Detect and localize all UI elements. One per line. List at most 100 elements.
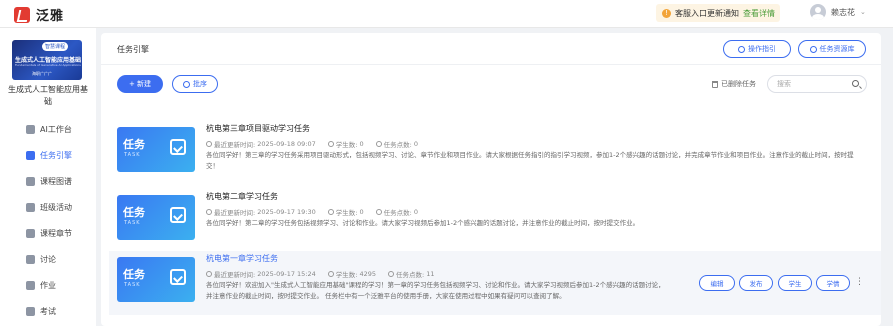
thumbnail-title: 任务 bbox=[123, 268, 145, 281]
sidebar-item-homework[interactable]: 作业 bbox=[0, 272, 96, 298]
page-title: 任务引擎 bbox=[117, 45, 149, 54]
points-label: 任务点数: bbox=[383, 209, 412, 217]
avatar bbox=[810, 4, 826, 20]
brand-logo[interactable]: 泛雅 bbox=[14, 5, 64, 24]
task-title[interactable]: 杭电第二章学习任务 bbox=[206, 191, 278, 202]
task-point-count: 任务点数: 0 bbox=[375, 139, 418, 149]
course-name: 生成式人工智能应用基础 bbox=[8, 85, 88, 106]
discussion-icon bbox=[26, 254, 35, 264]
updated-label: 最近更新时间: bbox=[214, 141, 256, 149]
student-count: 学生数: 4295 bbox=[327, 269, 377, 279]
task-thumbnail[interactable]: 任务 TASK bbox=[117, 127, 195, 172]
search-icon[interactable] bbox=[852, 80, 859, 87]
thumbnail-title: 任务 bbox=[123, 206, 145, 219]
points-icon bbox=[388, 271, 395, 277]
calendar-check-icon bbox=[170, 139, 186, 155]
cover-foot: 海职广广广 bbox=[32, 71, 52, 76]
clock-icon bbox=[206, 271, 212, 277]
publish-button[interactable]: 发布 bbox=[739, 275, 773, 291]
students-value: 4295 bbox=[359, 270, 377, 278]
batch-sort-button[interactable]: 批序 bbox=[172, 75, 218, 93]
updated-value: 2025-09-18 09:07 bbox=[257, 140, 316, 148]
sidebar-item-class-activity[interactable]: 班级活动 bbox=[0, 194, 96, 220]
batch-sort-label: 批序 bbox=[193, 80, 207, 88]
sidebar-item-chapters[interactable]: 课程章节 bbox=[0, 220, 96, 246]
task-description: 各位同学好！第三章的学习任务采用项目驱动形式，包括视频学习、讨论、章节作业和项目… bbox=[206, 151, 854, 170]
sort-icon bbox=[183, 80, 190, 88]
cover-subtitle: Fundamentals of Generative AI Applicatio… bbox=[15, 63, 81, 67]
brand-name: 泛雅 bbox=[36, 9, 65, 24]
points-label: 任务点数: bbox=[396, 271, 425, 279]
points-value: 0 bbox=[413, 140, 418, 148]
task-title[interactable]: 杭电第一章学习任务 bbox=[206, 253, 278, 264]
chapter-icon bbox=[26, 228, 35, 238]
sidebar-item-exam[interactable]: 考试 bbox=[0, 298, 96, 324]
search-placeholder: 搜索 bbox=[777, 80, 791, 88]
sidebar-item-label: 作业 bbox=[40, 280, 56, 290]
students-label: 学生数: bbox=[335, 141, 358, 149]
sidebar-item-discussion[interactable]: 讨论 bbox=[0, 246, 96, 272]
learning-status-button[interactable]: 学情 bbox=[816, 275, 850, 291]
sidebar-item-task-engine[interactable]: 任务引擎 bbox=[0, 142, 96, 168]
student-count: 学生数: 0 bbox=[327, 139, 364, 149]
task-meta: 最近更新时间: 2025-09-18 09:07 学生数: 0 任务点数: 0 bbox=[206, 139, 418, 149]
activity-icon bbox=[26, 202, 35, 212]
sidebar: 智慧课程 生成式人工智能应用基础 Fundamentals of Generat… bbox=[0, 28, 96, 326]
task-title[interactable]: 杭电第三章项目驱动学习任务 bbox=[206, 123, 310, 134]
points-icon bbox=[375, 209, 382, 215]
sidebar-item-label: 讨论 bbox=[40, 254, 56, 264]
sidebar-item-label: 课程章节 bbox=[40, 228, 72, 238]
task-point-count: 任务点数: 0 bbox=[375, 207, 418, 217]
guide-button[interactable]: 操作指引 bbox=[723, 40, 791, 58]
user-name: 赖志花 bbox=[831, 7, 855, 17]
cover-badge: 智慧课程 bbox=[42, 42, 69, 51]
notice-detail-link[interactable]: 查看详情 bbox=[743, 8, 775, 19]
task-library-button[interactable]: 任务资源库 bbox=[798, 40, 866, 58]
user-menu[interactable]: 赖志花 ⌄ bbox=[810, 4, 866, 20]
info-icon: ! bbox=[662, 8, 671, 18]
task-description: 各位同学好！第二章的学习任务包括视频学习、讨论和作业。请大家学习视频后参加1-2… bbox=[206, 219, 640, 227]
panel-header: 任务引擎 操作指引 任务资源库 bbox=[101, 33, 881, 65]
students-value: 0 bbox=[359, 208, 364, 216]
task-meta: 最近更新时间: 2025-09-17 15:24 学生数: 4295 任务点数: 11 bbox=[206, 269, 435, 279]
calendar-check-icon bbox=[170, 269, 186, 285]
points-value: 11 bbox=[426, 270, 435, 278]
students-value: 0 bbox=[359, 140, 364, 148]
students-button[interactable]: 学生 bbox=[778, 275, 812, 291]
logo-icon bbox=[14, 6, 30, 23]
user-icon bbox=[327, 141, 334, 147]
deleted-tasks-link[interactable]: 已删除任务 bbox=[712, 79, 756, 89]
updated-time: 最近更新时间: 2025-09-17 19:30 bbox=[206, 207, 316, 217]
sidebar-item-course-graph[interactable]: 课程图谱 bbox=[0, 168, 96, 194]
task-description: 各位同学好！欢迎加入"生成式人工智能应用基础"课程的学习！第一章的学习任务包括视… bbox=[206, 281, 665, 300]
notice-banner[interactable]: ! 客服入口更新通知 查看详情 bbox=[656, 4, 780, 22]
search-input[interactable]: 搜索 bbox=[767, 75, 867, 93]
sidebar-item-label: AI工作台 bbox=[40, 124, 72, 134]
updated-label: 最近更新时间: bbox=[214, 271, 256, 279]
homework-icon bbox=[26, 280, 35, 290]
points-label: 任务点数: bbox=[383, 141, 412, 149]
main-panel: 任务引擎 操作指引 任务资源库 + 新建 批序 已删除任务 搜索 任务 TASK… bbox=[101, 33, 881, 326]
new-task-button[interactable]: + 新建 bbox=[117, 75, 163, 93]
sidebar-item-label: 班级活动 bbox=[40, 202, 72, 212]
students-label: 学生数: bbox=[335, 271, 358, 279]
edit-button[interactable]: 编辑 bbox=[699, 275, 735, 291]
graph-icon bbox=[26, 176, 35, 186]
task-thumbnail[interactable]: 任务 TASK bbox=[117, 195, 195, 240]
course-cover[interactable]: 智慧课程 生成式人工智能应用基础 Fundamentals of Generat… bbox=[12, 40, 82, 80]
user-icon bbox=[327, 209, 334, 215]
task-item[interactable]: 任务 TASK 杭电第一章学习任务 最近更新时间: 2025-09-17 15:2… bbox=[109, 251, 881, 315]
updated-label: 最近更新时间: bbox=[214, 209, 256, 217]
more-options-icon[interactable]: ⋮ bbox=[855, 277, 864, 287]
thumbnail-title: 任务 bbox=[123, 138, 145, 151]
sidebar-item-ai-workbench[interactable]: AI工作台 bbox=[0, 116, 96, 142]
task-item[interactable]: 任务 TASK 杭电第二章学习任务 最近更新时间: 2025-09-17 19:3… bbox=[109, 189, 881, 253]
updated-value: 2025-09-17 15:24 bbox=[257, 270, 316, 278]
updated-time: 最近更新时间: 2025-09-18 09:07 bbox=[206, 139, 316, 149]
chevron-down-icon: ⌄ bbox=[860, 8, 866, 16]
task-meta: 最近更新时间: 2025-09-17 19:30 学生数: 0 任务点数: 0 bbox=[206, 207, 418, 217]
task-library-label: 任务资源库 bbox=[819, 45, 855, 53]
task-item[interactable]: 任务 TASK 杭电第三章项目驱动学习任务 最近更新时间: 2025-09-18 … bbox=[109, 121, 881, 185]
task-thumbnail[interactable]: 任务 TASK bbox=[117, 257, 195, 302]
calendar-check-icon bbox=[170, 207, 186, 223]
